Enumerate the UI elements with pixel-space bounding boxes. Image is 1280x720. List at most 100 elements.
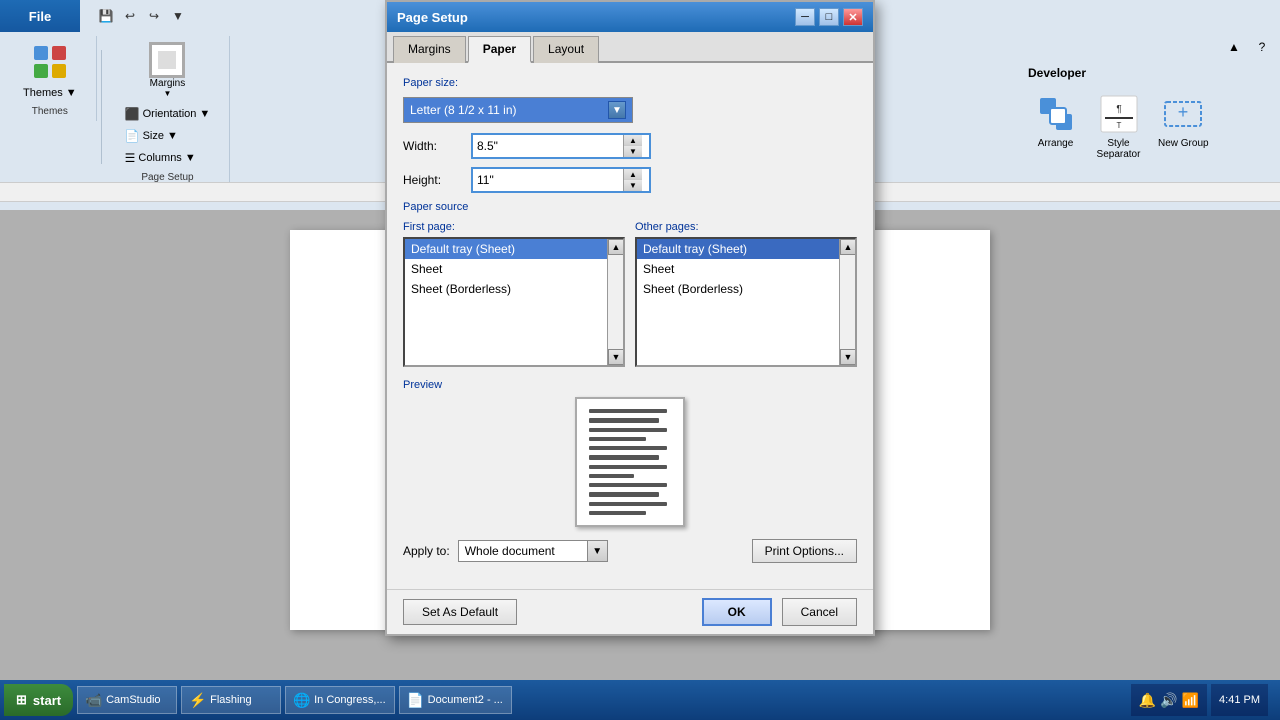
preview-section: Preview: [403, 379, 857, 527]
preview-line-5: [589, 446, 667, 450]
preview-line-9: [589, 483, 667, 487]
redo-qa-button[interactable]: ↪: [144, 6, 164, 26]
tab-paper[interactable]: Paper: [468, 36, 531, 63]
tab-margins[interactable]: Margins: [393, 36, 466, 63]
preview-line-8: [589, 474, 634, 478]
themes-icon: [28, 40, 72, 84]
dialog-minimize-btn[interactable]: ─: [795, 8, 815, 26]
first-page-listbox[interactable]: Default tray (Sheet) Sheet Sheet (Border…: [403, 237, 625, 367]
qa-dropdown-button[interactable]: ▼: [168, 6, 188, 26]
first-page-scroll-up[interactable]: ▲: [608, 239, 624, 255]
page-preview: [575, 397, 685, 527]
first-page-scroll-down[interactable]: ▼: [608, 349, 624, 365]
ok-btn[interactable]: OK: [702, 598, 772, 626]
margins-arrow: ▼: [164, 89, 172, 98]
height-input[interactable]: [473, 171, 623, 189]
height-input-group: ▲ ▼: [471, 167, 651, 193]
taskbar-incongress[interactable]: 🌐 In Congress,...: [285, 686, 395, 714]
other-pages-scroll-down[interactable]: ▼: [840, 349, 856, 365]
size-label: Size: [143, 130, 164, 142]
size-button[interactable]: 📄 Size ▼: [118, 126, 218, 146]
apply-to-dropdown-btn[interactable]: ▼: [587, 541, 607, 561]
first-page-item-2[interactable]: Sheet (Borderless): [405, 279, 623, 299]
document2-icon: 📄: [408, 692, 424, 708]
new-group-label: New Group: [1158, 138, 1209, 149]
incongress-label: In Congress,...: [314, 694, 386, 706]
taskbar-camstudio[interactable]: 📹 CamStudio: [77, 686, 177, 714]
dialog-maximize-btn[interactable]: □: [819, 8, 839, 26]
width-down-btn[interactable]: ▼: [624, 146, 642, 157]
dialog-titlebar: Page Setup ─ □ ✕: [387, 2, 873, 32]
panel-collapse-btn[interactable]: ▲: [1224, 37, 1244, 57]
first-page-item-0[interactable]: Default tray (Sheet): [405, 239, 623, 259]
themes-button[interactable]: Themes ▼: [16, 84, 84, 102]
page-setup-small-btns: ⬛ Orientation ▼ 📄 Size ▼ ☰ Columns ▼: [118, 104, 218, 168]
other-pages-scroll-up[interactable]: ▲: [840, 239, 856, 255]
taskbar-document2[interactable]: 📄 Document2 - ...: [399, 686, 512, 714]
svg-text:T: T: [1116, 121, 1121, 130]
tab-layout[interactable]: Layout: [533, 36, 599, 63]
columns-button[interactable]: ☰ Columns ▼: [118, 148, 218, 168]
print-options-btn[interactable]: Print Options...: [752, 539, 857, 563]
width-input-group: ▲ ▼: [471, 133, 651, 159]
save-qa-button[interactable]: 💾: [96, 6, 116, 26]
orientation-button[interactable]: ⬛ Orientation ▼: [118, 104, 218, 124]
preview-line-2: [589, 418, 659, 422]
orientation-icon: ⬛: [125, 107, 140, 121]
preview-line-4: [589, 437, 646, 441]
new-group-button[interactable]: + New Group: [1154, 88, 1213, 153]
height-down-btn[interactable]: ▼: [624, 180, 642, 191]
panel-more-btn[interactable]: ?: [1252, 37, 1272, 57]
preview-line-6: [589, 455, 659, 459]
width-label: Width:: [403, 139, 463, 153]
set-as-default-btn[interactable]: Set As Default: [403, 599, 517, 625]
file-button[interactable]: File: [0, 0, 80, 32]
dialog-tabs: Margins Paper Layout: [387, 32, 873, 63]
columns-icon: ☰: [125, 151, 136, 165]
preview-line-3: [589, 428, 667, 432]
style-separator-button[interactable]: ¶ T Style Separator: [1091, 88, 1146, 164]
margins-icon: [149, 42, 185, 78]
arrange-button[interactable]: Arrange: [1028, 88, 1083, 153]
start-label: start: [33, 693, 61, 708]
other-pages-item-0[interactable]: Default tray (Sheet): [637, 239, 855, 259]
margins-button[interactable]: Margins ▼: [143, 40, 191, 100]
ribbon-group-page-setup: Margins ▼ ⬛ Orientation ▼ 📄 Size ▼ ☰ Col…: [106, 36, 231, 187]
width-input[interactable]: [473, 137, 623, 155]
start-button[interactable]: ⊞ start: [4, 684, 73, 716]
other-pages-listbox[interactable]: Default tray (Sheet) Sheet Sheet (Border…: [635, 237, 857, 367]
size-arrow: ▼: [167, 130, 178, 142]
windows-icon: ⊞: [16, 692, 27, 708]
other-pages-item-2[interactable]: Sheet (Borderless): [637, 279, 855, 299]
paper-size-dropdown[interactable]: Letter (8 1/2 x 11 in) ▼: [403, 97, 633, 123]
undo-qa-button[interactable]: ↩: [120, 6, 140, 26]
tray-icon-1: 🔔: [1139, 692, 1156, 709]
apply-to-value: Whole document: [459, 542, 587, 560]
height-spinner: ▲ ▼: [623, 169, 642, 191]
ribbon-content-left: Themes ▼ Themes Margins ▼ ⬛ Orientation …: [0, 32, 380, 182]
other-pages-item-1[interactable]: Sheet: [637, 259, 855, 279]
cancel-btn[interactable]: Cancel: [782, 598, 857, 626]
style-separator-label: Style Separator: [1097, 138, 1141, 160]
themes-btn-row: Themes ▼: [16, 84, 84, 102]
width-up-btn[interactable]: ▲: [624, 135, 642, 146]
developer-group: Arrange ¶ T Style Separator + N: [1020, 84, 1280, 168]
preview-line-11: [589, 502, 667, 506]
style-separator-icon: ¶ T: [1097, 92, 1141, 136]
preview-line-12: [589, 511, 646, 515]
height-up-btn[interactable]: ▲: [624, 169, 642, 180]
apply-to-dropdown[interactable]: Whole document ▼: [458, 540, 608, 562]
themes-group-label: Themes: [32, 102, 68, 117]
first-page-label: First page:: [403, 221, 625, 233]
scroll-track: [608, 255, 623, 349]
dialog-close-btn[interactable]: ✕: [843, 8, 863, 26]
first-page-item-1[interactable]: Sheet: [405, 259, 623, 279]
taskbar-flashing[interactable]: ⚡ Flashing: [181, 686, 281, 714]
page-setup-dialog: Page Setup ─ □ ✕ Margins Paper Layout Pa…: [385, 0, 875, 636]
paper-size-arrow: ▼: [608, 101, 626, 119]
ribbon-sep-1: [101, 50, 102, 164]
paper-source-section: First page: Default tray (Sheet) Sheet S…: [403, 221, 857, 367]
footer-right: OK Cancel: [702, 598, 857, 626]
system-tray: 🔔 🔊 📶: [1131, 684, 1207, 716]
orientation-arrow: ▼: [199, 108, 210, 120]
